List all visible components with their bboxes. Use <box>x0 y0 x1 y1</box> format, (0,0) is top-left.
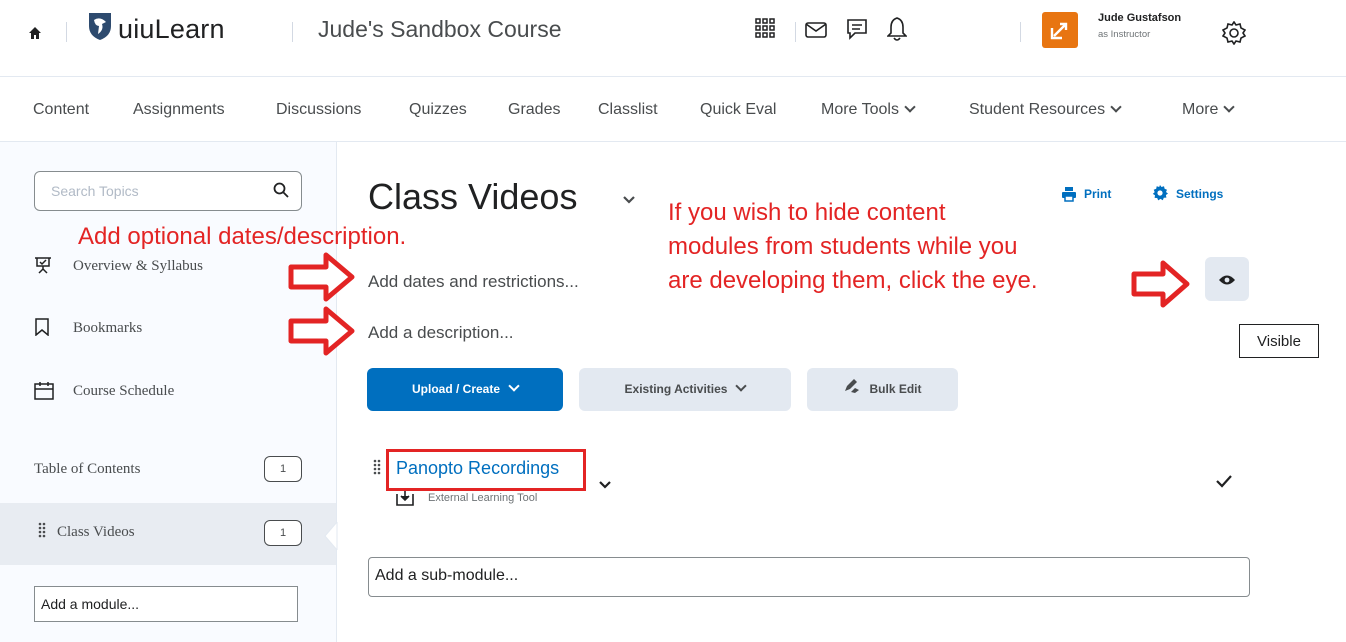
add-submodule-input[interactable]: Add a sub-module... <box>368 557 1250 597</box>
sidebar-item-course-schedule[interactable]: Course Schedule <box>73 383 174 400</box>
course-navbar: Content Assignments Discussions Quizzes … <box>0 77 1346 142</box>
sidebar-item-toc[interactable]: Table of Contents <box>34 461 140 478</box>
chevron-down-icon <box>1223 101 1236 113</box>
upload-create-button[interactable]: Upload / Create <box>367 368 563 411</box>
sidebar-item-overview[interactable]: Overview & Syllabus <box>73 258 203 275</box>
course-title[interactable]: Jude's Sandbox Course <box>318 16 562 43</box>
uiu-logo-icon[interactable] <box>86 10 114 47</box>
bulk-edit-label: Bulk Edit <box>869 382 922 396</box>
divider <box>292 22 293 42</box>
print-link[interactable]: Print <box>1084 187 1111 201</box>
arrow-dates-icon <box>288 252 356 307</box>
nav-quick-eval[interactable]: Quick Eval <box>700 101 776 119</box>
nav-more-tools-label: More Tools <box>821 101 899 118</box>
search-placeholder: Search Topics <box>51 183 139 199</box>
mail-icon[interactable] <box>805 22 827 43</box>
avatar[interactable] <box>1042 12 1078 48</box>
settings-link[interactable]: Settings <box>1176 187 1223 201</box>
nav-more[interactable]: More <box>1182 101 1236 119</box>
sidebar-module-label: Class Videos <box>57 524 135 540</box>
chevron-down-icon <box>904 101 916 113</box>
nav-student-resources[interactable]: Student Resources <box>969 101 1122 119</box>
chevron-down-icon <box>735 380 748 392</box>
nav-quizzes[interactable]: Quizzes <box>409 101 467 119</box>
user-name[interactable]: Jude Gustafson <box>1098 12 1181 24</box>
toc-count-badge: 1 <box>264 456 302 482</box>
existing-activities-button[interactable]: Existing Activities <box>579 368 791 411</box>
top-bar: uiuLearn Jude's Sandbox Course Jude Gust… <box>0 0 1346 77</box>
arrow-eye-icon <box>1131 260 1191 313</box>
annotation-right-line3: are developing them, click the eye. <box>668 267 1038 294</box>
nav-discussions[interactable]: Discussions <box>276 101 361 119</box>
annotation-left: Add optional dates/description. <box>78 223 407 250</box>
divider <box>795 22 796 42</box>
chevron-down-icon <box>1110 101 1122 113</box>
user-role: as Instructor <box>1098 29 1151 40</box>
item-type-label: External Learning Tool <box>428 492 538 504</box>
overview-icon <box>34 256 52 279</box>
upload-create-label: Upload / Create <box>411 382 501 396</box>
sidebar-module-row[interactable]: Class Videos 1 <box>0 503 336 565</box>
annotation-right-line2: modules from students while you <box>668 233 1018 260</box>
item-chevron-down-icon[interactable] <box>598 477 612 495</box>
visibility-toggle-button[interactable] <box>1205 257 1249 301</box>
eye-icon <box>1218 273 1236 291</box>
nav-assignments[interactable]: Assignments <box>133 101 225 119</box>
nav-grades[interactable]: Grades <box>508 101 560 119</box>
sidebar-item-bookmarks[interactable]: Bookmarks <box>73 320 142 337</box>
module-count-badge: 1 <box>264 520 302 546</box>
print-icon[interactable] <box>1061 186 1077 207</box>
drag-handle-icon[interactable] <box>373 459 381 480</box>
title-chevron-down-icon[interactable] <box>622 192 636 210</box>
checkmark-icon[interactable] <box>1216 474 1232 493</box>
panopto-recordings-link[interactable]: Panopto Recordings <box>396 458 559 479</box>
waffle-icon[interactable] <box>755 18 775 43</box>
add-description-link[interactable]: Add a description... <box>368 323 514 343</box>
bookmark-icon <box>35 318 49 341</box>
nav-more-label: More <box>1182 101 1219 118</box>
page-title[interactable]: Class Videos <box>368 176 577 218</box>
bulk-edit-button[interactable]: Bulk Edit <box>807 368 958 411</box>
divider <box>66 22 67 42</box>
drag-handle-icon[interactable] <box>38 522 46 543</box>
add-module-input[interactable]: Add a module... <box>34 586 298 622</box>
gear-icon[interactable] <box>1221 20 1247 50</box>
calendar-icon <box>34 381 54 406</box>
search-input[interactable]: Search Topics <box>34 171 302 211</box>
arrow-description-icon <box>288 306 356 361</box>
nav-classlist[interactable]: Classlist <box>598 101 658 119</box>
brand-name[interactable]: uiuLearn <box>118 14 225 45</box>
search-icon[interactable] <box>273 182 289 203</box>
selected-pointer <box>324 520 338 555</box>
divider <box>1020 22 1021 42</box>
add-dates-link[interactable]: Add dates and restrictions... <box>368 272 579 292</box>
bell-icon[interactable] <box>886 16 908 47</box>
chevron-down-icon <box>508 380 520 392</box>
chat-icon[interactable] <box>846 18 868 47</box>
nav-more-tools[interactable]: More Tools <box>821 101 916 119</box>
visibility-tooltip: Visible <box>1239 324 1319 358</box>
nav-student-resources-label: Student Resources <box>969 101 1106 118</box>
external-tool-icon <box>396 488 414 511</box>
existing-activities-label: Existing Activities <box>624 382 728 396</box>
nav-content[interactable]: Content <box>33 101 89 119</box>
settings-gear-icon[interactable] <box>1152 185 1168 206</box>
annotation-right-line1: If you wish to hide content <box>668 199 946 226</box>
bulk-edit-icon <box>843 368 861 411</box>
home-icon[interactable] <box>28 26 42 45</box>
